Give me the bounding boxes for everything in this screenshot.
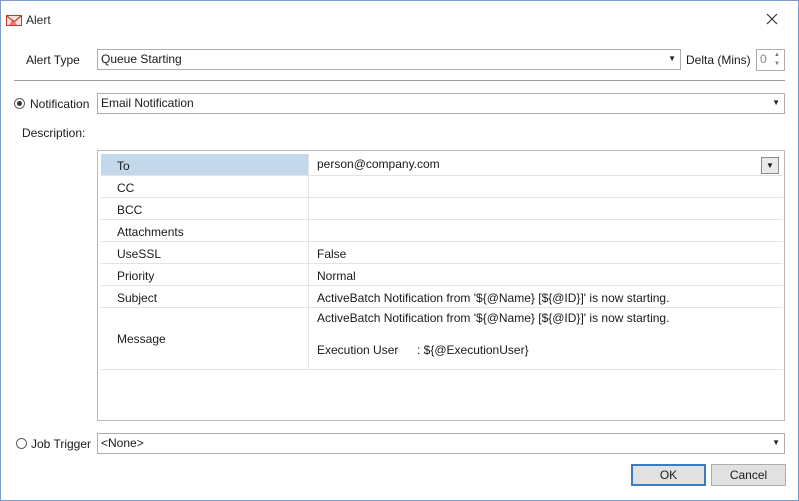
message-line-1: ActiveBatch Notification from '${@Name} … (317, 311, 670, 325)
property-grid: To person@company.com ▼ CC BCC Attachmen… (97, 150, 785, 421)
chevron-down-icon: ▼ (668, 54, 676, 63)
spinner-up-icon[interactable]: ▲ (772, 51, 782, 60)
message-line-2-label: Execution User (317, 343, 399, 357)
to-dropdown-button[interactable]: ▼ (761, 157, 779, 174)
delta-label: Delta (Mins) (686, 53, 751, 67)
property-row-message[interactable]: Message ActiveBatch Notification from '$… (101, 308, 783, 370)
chevron-down-icon: ▼ (772, 438, 780, 447)
property-key: Attachments (117, 225, 184, 239)
delta-value: 0 (760, 52, 767, 66)
divider (14, 80, 785, 81)
property-row-usessl[interactable]: UseSSL False (101, 242, 783, 264)
alert-type-label: Alert Type (26, 53, 80, 67)
property-row-cc[interactable]: CC (101, 176, 783, 198)
property-key: To (117, 159, 130, 173)
property-key: BCC (117, 203, 143, 217)
delta-spinner[interactable]: 0 ▲ ▼ (756, 49, 785, 71)
to-value[interactable]: person@company.com (317, 157, 440, 171)
notification-select[interactable]: Email Notification ▼ (97, 93, 785, 114)
property-key: CC (117, 181, 135, 195)
job-trigger-value: <None> (101, 436, 144, 450)
spinner-down-icon[interactable]: ▼ (772, 60, 782, 69)
description-label: Description: (22, 126, 86, 140)
property-key: Subject (117, 291, 158, 305)
alert-app-icon (6, 13, 22, 27)
priority-value[interactable]: Normal (317, 269, 356, 283)
subject-value[interactable]: ActiveBatch Notification from '${@Name} … (317, 291, 669, 305)
property-row-attachments[interactable]: Attachments (101, 220, 783, 242)
alert-type-select[interactable]: Queue Starting ▼ (97, 49, 681, 70)
close-icon (766, 13, 778, 28)
property-row-bcc[interactable]: BCC (101, 198, 783, 220)
property-row-to[interactable]: To person@company.com ▼ (101, 154, 783, 176)
notification-value: Email Notification (101, 96, 194, 110)
window-title: Alert (26, 13, 51, 27)
job-trigger-label: Job Trigger (31, 437, 92, 451)
alert-dialog: Alert Alert Type Queue Starting ▼ Delta … (0, 0, 799, 501)
property-key: UseSSL (117, 247, 162, 261)
chevron-down-icon: ▼ (772, 98, 780, 107)
alert-type-value: Queue Starting (101, 52, 182, 66)
title-bar: Alert (1, 1, 798, 39)
cancel-button[interactable]: Cancel (711, 464, 786, 486)
property-row-subject[interactable]: Subject ActiveBatch Notification from '$… (101, 286, 783, 308)
property-key: Priority (117, 269, 155, 283)
property-key: Message (117, 332, 166, 346)
usessl-value[interactable]: False (317, 247, 346, 261)
message-line-2-text: : ${@ExecutionUser} (417, 343, 529, 357)
notification-radio[interactable] (14, 98, 25, 109)
job-trigger-select[interactable]: <None> ▼ (97, 433, 785, 454)
close-button[interactable] (757, 7, 787, 33)
ok-button[interactable]: OK (631, 464, 706, 486)
property-row-priority[interactable]: Priority Normal (101, 264, 783, 286)
notification-label: Notification (30, 97, 90, 111)
job-trigger-radio[interactable] (16, 438, 27, 449)
chevron-down-icon: ▼ (766, 161, 774, 170)
